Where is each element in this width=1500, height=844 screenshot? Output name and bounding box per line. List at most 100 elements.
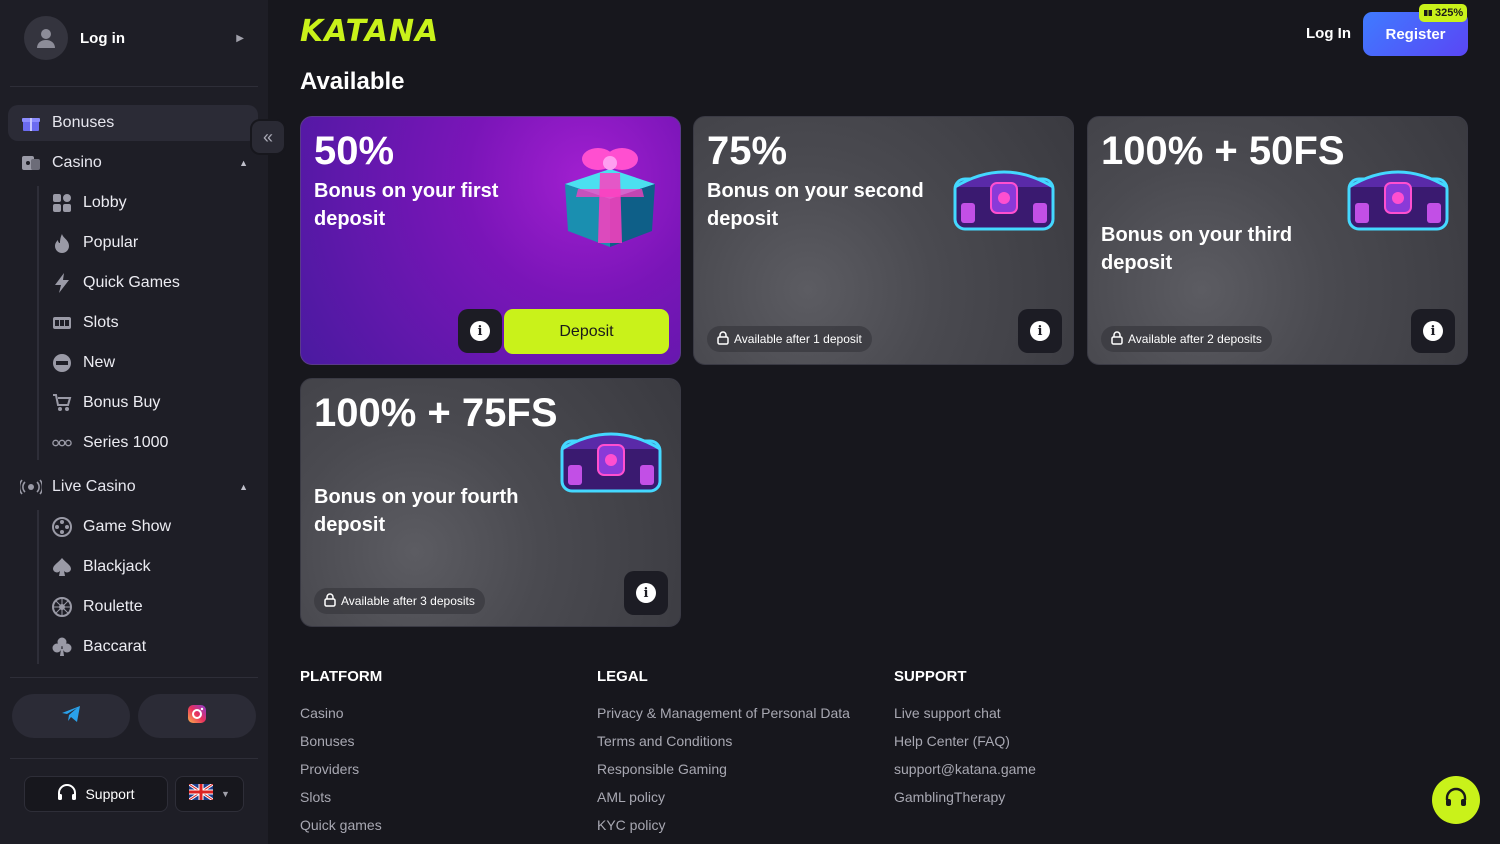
sidebar-item-label: Game Show xyxy=(83,518,172,535)
lock-text: Available after 2 deposits xyxy=(1128,332,1262,346)
submenu-line xyxy=(37,510,39,664)
katana-logo[interactable]: KATANA xyxy=(300,14,439,49)
play-arrow-icon: ▶ xyxy=(236,32,244,44)
collapse-sidebar-button[interactable]: « xyxy=(250,119,286,155)
double-chevron-left-icon: « xyxy=(262,126,273,147)
sidebar-item-quick-games[interactable]: Quick Games xyxy=(52,268,180,298)
sidebar-item-label: Roulette xyxy=(83,598,143,615)
cart-icon xyxy=(52,393,72,413)
sidebar-item-bonuses[interactable]: Bonuses xyxy=(8,105,258,141)
sidebar-item-label: Blackjack xyxy=(83,558,151,575)
telegram-button[interactable] xyxy=(12,694,130,738)
submenu-line xyxy=(37,186,39,460)
grid-icon xyxy=(52,193,72,213)
info-button[interactable]: i xyxy=(624,571,668,615)
lock-status: Available after 2 deposits xyxy=(1101,326,1272,352)
telegram-icon xyxy=(61,705,81,728)
footer-link[interactable]: Bonuses xyxy=(300,727,382,755)
register-bonus-badge: 325% xyxy=(1419,4,1468,22)
roulette-icon xyxy=(52,597,72,617)
sidebar-item-label: Popular xyxy=(83,234,139,251)
footer-heading: SUPPORT xyxy=(894,668,967,685)
footer-link[interactable]: AML policy xyxy=(597,783,850,811)
lock-icon xyxy=(1111,330,1123,348)
bonus-description: Bonus on your fourth deposit xyxy=(314,486,519,536)
footer-heading: LEGAL xyxy=(597,668,648,685)
sidebar-item-bonus-buy[interactable]: Bonus Buy xyxy=(52,388,160,418)
footer-link[interactable]: Providers xyxy=(300,755,382,783)
film-reel-icon xyxy=(52,517,72,537)
live-chat-button[interactable] xyxy=(1432,776,1480,824)
bonus-description: Bonus on your first deposit xyxy=(314,180,499,230)
sidebar-item-popular[interactable]: Popular xyxy=(52,228,138,258)
header-login-button[interactable]: Log In xyxy=(1306,25,1351,42)
club-icon xyxy=(52,637,72,657)
lock-text: Available after 1 deposit xyxy=(734,332,862,346)
sidebar-item-label: Series 1000 xyxy=(83,434,169,451)
chevron-up-icon: ▲ xyxy=(239,482,248,492)
deposit-button[interactable]: Deposit xyxy=(504,309,669,354)
footer-link[interactable]: Privacy & Management of Personal Data xyxy=(597,699,850,727)
footer-link[interactable]: Live support chat xyxy=(894,699,1036,727)
bonus-percent: 100% + 75FS xyxy=(314,391,558,435)
footer-link[interactable]: Slots xyxy=(300,783,382,811)
lightning-icon xyxy=(52,273,72,293)
divider xyxy=(10,677,258,678)
footer-link[interactable]: Help Center (FAQ) xyxy=(894,727,1036,755)
gift-icon xyxy=(20,112,42,134)
info-icon: i xyxy=(636,583,656,603)
broadcast-icon xyxy=(20,476,42,498)
sidebar-login[interactable]: Log in ▶ xyxy=(24,14,256,62)
sidebar-item-label: Baccarat xyxy=(83,638,147,655)
divider xyxy=(10,86,258,87)
footer-heading: PLATFORM xyxy=(300,668,383,685)
divider xyxy=(10,758,258,759)
sidebar-item-new[interactable]: New xyxy=(52,348,115,378)
footer-link[interactable]: KYC policy xyxy=(597,811,850,839)
footer-link[interactable]: GamblingTherapy xyxy=(894,783,1036,811)
sidebar-item-label: Quick Games xyxy=(83,274,180,291)
lock-icon xyxy=(324,592,336,610)
info-button[interactable]: i xyxy=(1018,309,1062,353)
sidebar-item-label: Slots xyxy=(83,314,119,331)
sidebar-item-lobby[interactable]: Lobby xyxy=(52,188,127,218)
footer-legal: LEGAL Privacy & Management of Personal D… xyxy=(597,668,850,839)
sidebar-item-blackjack[interactable]: Blackjack xyxy=(52,552,151,582)
sidebar-item-label: Casino xyxy=(52,154,102,171)
info-button[interactable]: i xyxy=(458,309,502,353)
footer-platform: PLATFORM Casino Bonuses Providers Slots … xyxy=(300,668,382,839)
register-badge-text: 325% xyxy=(1435,7,1464,19)
sidebar-item-roulette[interactable]: Roulette xyxy=(52,592,143,622)
support-button[interactable]: Support xyxy=(24,776,168,812)
footer-link[interactable]: Quick games xyxy=(300,811,382,839)
sidebar-item-live-casino[interactable]: Live Casino ▲ xyxy=(8,469,258,505)
section-title: Available xyxy=(300,68,405,95)
sidebar-item-casino[interactable]: Casino ▲ xyxy=(8,145,258,181)
info-button[interactable]: i xyxy=(1411,309,1455,353)
sidebar-item-series-1000[interactable]: Series 1000 xyxy=(52,428,168,458)
sidebar-item-label: Bonuses xyxy=(52,114,115,131)
footer-link[interactable]: Terms and Conditions xyxy=(597,727,850,755)
instagram-button[interactable] xyxy=(138,694,256,738)
bonus-description: Bonus on your second deposit xyxy=(707,180,924,230)
new-badge-icon xyxy=(52,353,72,373)
lock-status: Available after 3 deposits xyxy=(314,588,485,614)
footer-link[interactable]: Responsible Gaming xyxy=(597,755,850,783)
bonus-percent: 75% xyxy=(707,129,788,173)
language-selector[interactable]: ▼ xyxy=(175,776,244,812)
sidebar-item-baccarat[interactable]: Baccarat xyxy=(52,632,146,662)
sidebar-item-game-show[interactable]: Game Show xyxy=(52,512,171,542)
sidebar-item-slots[interactable]: Slots xyxy=(52,308,119,338)
gift-box-icon xyxy=(560,139,660,254)
bonus-card: 50% Bonus on your first deposit i Deposi… xyxy=(300,116,681,365)
footer-link[interactable]: support@katana.game xyxy=(894,755,1036,783)
footer-link[interactable]: Casino xyxy=(300,699,382,727)
gift-icon xyxy=(1423,7,1433,20)
chevron-up-icon: ▲ xyxy=(239,158,248,168)
sidebar-item-label: Live Casino xyxy=(52,478,136,495)
lock-status: Available after 1 deposit xyxy=(707,326,872,352)
flame-icon xyxy=(52,233,72,253)
bonus-percent: 100% + 50FS xyxy=(1101,129,1345,173)
bonus-card: 75% Bonus on your second deposit Availab… xyxy=(693,116,1074,365)
sidebar-item-label: Bonus Buy xyxy=(83,394,161,411)
